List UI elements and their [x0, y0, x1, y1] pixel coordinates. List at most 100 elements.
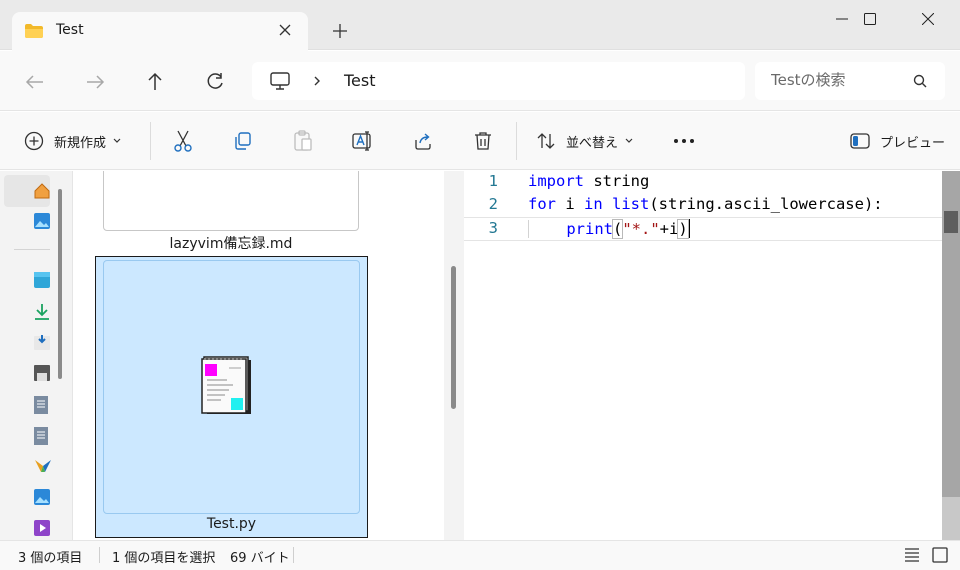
- file-thumbnail[interactable]: [103, 171, 359, 231]
- code-line: 2 for i in list(string.ascii_lowercase):: [464, 194, 942, 218]
- file-name[interactable]: lazyvim備忘録.md: [73, 233, 389, 253]
- file-icon: [34, 396, 48, 414]
- preview-pane-label: プレビュー: [880, 135, 946, 151]
- copy-button[interactable]: [233, 128, 253, 154]
- line-number: 2: [488, 195, 498, 213]
- new-button-label: 新規作成: [54, 135, 107, 151]
- code-builtin: print: [566, 220, 613, 238]
- gallery-icon: [34, 213, 50, 229]
- paste-icon: [294, 130, 312, 151]
- preview-scrollbar[interactable]: [942, 171, 960, 540]
- file-icon: [34, 427, 48, 445]
- status-divider: [293, 547, 294, 563]
- drive-icon: [34, 365, 50, 381]
- tiles-view-icon[interactable]: [932, 547, 948, 563]
- nav-item-drive[interactable]: [4, 357, 50, 389]
- nav-item-documents[interactable]: [4, 326, 50, 358]
- nav-item-app[interactable]: [4, 450, 51, 482]
- cut-button[interactable]: [173, 128, 193, 154]
- tab-test[interactable]: Test: [12, 12, 308, 51]
- nav-item-file-2[interactable]: [4, 419, 50, 451]
- tab-title: Test: [56, 22, 84, 38]
- nav-item-file-1[interactable]: [4, 388, 50, 420]
- sort-button[interactable]: 並べ替え: [536, 128, 633, 154]
- preview-pane-button[interactable]: プレビュー: [850, 128, 945, 154]
- code-identifier: +i: [659, 220, 679, 238]
- nav-item-gallery[interactable]: [4, 205, 50, 237]
- search-input[interactable]: [771, 71, 911, 89]
- rename-button[interactable]: [352, 128, 374, 154]
- documents-icon: [34, 335, 50, 350]
- share-icon: [415, 133, 431, 150]
- toolbar-divider: [516, 122, 517, 160]
- code-string: "*.": [622, 220, 660, 238]
- status-bar: 3 個の項目 1 個の項目を選択 69 バイト: [0, 540, 960, 570]
- nav-item-pictures[interactable]: [4, 481, 50, 513]
- command-bar: 新規作成 並べ替え プレビュー: [0, 112, 960, 170]
- share-button[interactable]: [413, 128, 433, 154]
- chevron-down-icon: [625, 138, 633, 143]
- new-button[interactable]: 新規作成: [24, 128, 121, 154]
- code-keyword: in: [584, 195, 603, 213]
- file-list-scrollbar[interactable]: [444, 171, 464, 540]
- back-arrow-icon[interactable]: [24, 71, 46, 93]
- maximize-icon: [864, 13, 876, 25]
- computer-icon: [270, 72, 290, 90]
- file-item-selected[interactable]: Test.py: [95, 256, 368, 538]
- close-icon: [922, 13, 934, 25]
- breadcrumb-item[interactable]: Test: [344, 71, 376, 90]
- notepad-file-icon: [201, 356, 251, 414]
- sort-button-label: 並べ替え: [566, 135, 619, 151]
- code-identifier: i: [556, 195, 584, 213]
- maximize-button[interactable]: [846, 8, 892, 32]
- file-name: Test.py: [206, 516, 257, 532]
- delete-button[interactable]: [473, 128, 493, 154]
- selection-size: 69 バイト: [230, 551, 290, 566]
- close-icon[interactable]: [277, 22, 293, 38]
- line-number: 1: [488, 172, 498, 190]
- chevron-right-icon[interactable]: [312, 74, 322, 88]
- scrollbar-thumb[interactable]: [451, 266, 456, 409]
- close-window-button[interactable]: [908, 8, 954, 32]
- nav-item-home[interactable]: [4, 175, 50, 207]
- rename-icon: [352, 131, 371, 151]
- code-bracket: (: [611, 219, 624, 239]
- text-cursor: [687, 219, 690, 238]
- search-box[interactable]: [755, 62, 945, 100]
- status-divider: [99, 547, 100, 563]
- details-view-icon[interactable]: [904, 548, 920, 562]
- refresh-icon[interactable]: [204, 71, 226, 93]
- chevron-down-icon: [113, 138, 121, 143]
- indent-guide: [528, 220, 567, 238]
- file-list: lazyvim備忘録.md Test.py: [72, 171, 444, 540]
- app-icon: [35, 460, 51, 472]
- home-icon: [34, 183, 50, 199]
- nav-item-downloads[interactable]: [4, 295, 50, 327]
- forward-arrow-icon[interactable]: [84, 71, 106, 93]
- code-builtin: list: [602, 195, 650, 213]
- code-text: print("*."+i): [528, 219, 690, 239]
- code-identifier: (string.ascii_lowercase):: [649, 195, 883, 213]
- nav-item-desktop[interactable]: [4, 264, 50, 296]
- more-icon: [674, 139, 694, 143]
- breadcrumb[interactable]: Test: [252, 62, 745, 100]
- code-keyword: import: [528, 172, 584, 190]
- code-keyword: for: [528, 195, 556, 213]
- plus-icon[interactable]: [331, 22, 349, 40]
- code-text: for i in list(string.ascii_lowercase):: [528, 195, 883, 213]
- scissors-icon: [174, 130, 192, 152]
- more-options-button[interactable]: [673, 128, 695, 154]
- code-identifier: string: [584, 172, 650, 190]
- item-count: 3 個の項目: [18, 551, 83, 566]
- search-icon[interactable]: [913, 74, 927, 88]
- selection-count: 1 個の項目を選択: [112, 551, 216, 566]
- navigation-pane: [0, 171, 72, 540]
- videos-icon: [34, 520, 50, 536]
- code-bracket: ): [677, 219, 689, 239]
- nav-scrollbar[interactable]: [58, 189, 62, 379]
- plus-circle-icon: [24, 131, 44, 151]
- paste-button[interactable]: [293, 128, 313, 154]
- up-arrow-icon[interactable]: [144, 71, 166, 93]
- preview-pane-icon: [850, 133, 870, 149]
- code-text: import string: [528, 172, 649, 190]
